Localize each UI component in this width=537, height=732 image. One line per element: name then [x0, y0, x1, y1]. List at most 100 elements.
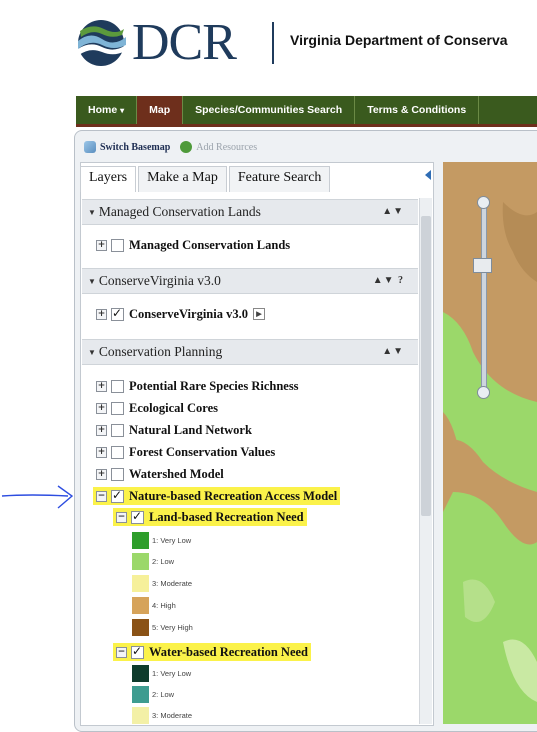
- panel-scrollbar[interactable]: [419, 198, 432, 724]
- legend-swatch: [132, 531, 149, 549]
- layer-label: Nature-based Recreation Access Model: [129, 488, 338, 503]
- layer-row-forest: + Forest Conservation Values: [96, 443, 275, 461]
- zoom-slider-thumb[interactable]: [473, 258, 492, 273]
- legend-label: 2: Low: [152, 689, 175, 699]
- layer-checkbox[interactable]: [111, 401, 124, 415]
- legend-label: 3: Moderate: [152, 710, 193, 720]
- reorder-icon[interactable]: ▲▼: [382, 340, 404, 364]
- annotation-arrow-icon: [1, 485, 74, 509]
- add-resources-button[interactable]: Add Resources: [180, 141, 257, 153]
- layer-row-watershed: + Watershed Model: [96, 465, 224, 483]
- expand-icon[interactable]: +: [96, 380, 107, 392]
- legend-label: 1: Very Low: [152, 535, 192, 545]
- play-icon[interactable]: ▶: [252, 308, 265, 320]
- group-header-planning[interactable]: ▼ Conservation Planning ▲▼: [82, 339, 418, 365]
- layer-row-ecological-cores: + Ecological Cores: [96, 399, 218, 417]
- panel-tabs: Layers Make a Map Feature Search: [80, 166, 332, 192]
- layer-checkbox[interactable]: [111, 488, 124, 503]
- dcr-logo-mark-icon: [78, 20, 126, 66]
- legend-swatch: [132, 706, 149, 724]
- collapse-icon[interactable]: −: [96, 490, 107, 502]
- dcr-logo[interactable]: DCR: [72, 14, 237, 72]
- layer-checkbox[interactable]: [111, 306, 124, 321]
- sublayer-row-water-need: − Water-based Recreation Need: [113, 643, 311, 661]
- layer-label: Ecological Cores: [129, 400, 218, 415]
- legend-label: 5: Very High: [152, 622, 193, 632]
- legend-item: 1: Very Low: [132, 664, 191, 682]
- reorder-icon[interactable]: ▲▼: [382, 200, 404, 224]
- layer-checkbox[interactable]: [131, 644, 144, 659]
- basemap-icon: [84, 141, 96, 153]
- layer-label: Land-based Recreation Need: [149, 509, 304, 524]
- zoom-out-button[interactable]: [477, 386, 490, 399]
- reorder-help-icon[interactable]: ▲▼ ?: [373, 269, 404, 293]
- tab-feature-search[interactable]: Feature Search: [228, 166, 331, 192]
- layer-label: Managed Conservation Lands: [129, 237, 291, 252]
- switch-basemap-label: Switch Basemap: [100, 141, 171, 153]
- layer-row-nature-recreation: − Nature-based Recreation Access Model: [93, 487, 341, 505]
- legend-label: 4: High: [152, 600, 176, 610]
- expand-icon[interactable]: +: [96, 402, 107, 414]
- map-canvas: [443, 162, 537, 724]
- chevron-down-icon: ▾: [120, 106, 125, 115]
- legend-swatch: [132, 685, 149, 703]
- sublayer-row-land-need: − Land-based Recreation Need: [113, 508, 307, 526]
- expand-icon[interactable]: +: [96, 424, 107, 436]
- expand-icon[interactable]: +: [96, 308, 107, 320]
- layer-checkbox[interactable]: [111, 238, 124, 252]
- legend-item: 3: Moderate: [132, 706, 192, 724]
- legend-label: 2: Low: [152, 556, 175, 566]
- layer-label: Natural Land Network: [129, 422, 252, 437]
- layer-row-natural-land: + Natural Land Network: [96, 421, 252, 439]
- scrollbar-thumb[interactable]: [421, 216, 431, 516]
- zoom-in-button[interactable]: [477, 196, 490, 209]
- nav-home-label: Home: [88, 104, 118, 116]
- nav-map[interactable]: Map: [137, 96, 184, 124]
- tab-layers[interactable]: Layers: [80, 166, 137, 192]
- switch-basemap-button[interactable]: Switch Basemap: [84, 141, 170, 153]
- map-viewport[interactable]: [443, 162, 537, 724]
- legend-label: 1: Very Low: [152, 668, 192, 678]
- nav-home[interactable]: Home ▾: [76, 96, 138, 124]
- nav-terms[interactable]: Terms & Conditions: [355, 96, 480, 124]
- layer-checkbox[interactable]: [131, 509, 144, 524]
- legend-swatch: [132, 574, 149, 592]
- legend-item: 2: Low: [132, 552, 174, 570]
- legend-item: 4: High: [132, 596, 176, 614]
- zoom-slider[interactable]: [481, 200, 487, 392]
- legend-swatch: [132, 552, 149, 570]
- layer-label: Watershed Model: [129, 466, 224, 481]
- header-divider: [272, 22, 274, 64]
- main-nav: Home ▾ Map Species/Communities Search Te…: [76, 96, 537, 124]
- tab-make-a-map[interactable]: Make a Map: [138, 166, 227, 192]
- collapse-triangle-icon: ▼: [88, 276, 96, 286]
- layer-label: Water-based Recreation Need: [149, 644, 308, 659]
- group-header-managed[interactable]: ▼ Managed Conservation Lands ▲▼: [82, 199, 418, 225]
- group-title-conservevirginia: ConserveVirginia v3.0: [98, 273, 221, 288]
- nav-species-search[interactable]: Species/Communities Search: [183, 96, 356, 124]
- add-icon: [180, 141, 193, 153]
- layer-label: Forest Conservation Values: [129, 444, 276, 459]
- legend-swatch: [132, 596, 149, 614]
- collapse-icon[interactable]: −: [116, 511, 127, 523]
- agency-name: Virginia Department of Conserva: [290, 32, 508, 48]
- group-title-planning: Conservation Planning: [98, 344, 223, 359]
- layer-row-managed: + Managed Conservation Lands: [96, 236, 290, 254]
- layer-checkbox[interactable]: [111, 445, 124, 459]
- layer-checkbox[interactable]: [111, 379, 124, 393]
- expand-icon[interactable]: +: [96, 446, 107, 458]
- legend-swatch: [132, 618, 149, 636]
- group-header-conservevirginia[interactable]: ▼ ConserveVirginia v3.0 ▲▼ ?: [82, 268, 418, 294]
- collapse-panel-icon[interactable]: [425, 170, 431, 180]
- layer-row-conservevirginia: + ConserveVirginia v3.0 ▶: [96, 305, 265, 323]
- expand-icon[interactable]: +: [96, 239, 107, 251]
- layer-checkbox[interactable]: [111, 423, 124, 437]
- legend-label: 3: Moderate: [152, 578, 193, 588]
- nav-underline: [76, 124, 537, 127]
- layer-checkbox[interactable]: [111, 467, 124, 481]
- expand-icon[interactable]: +: [96, 468, 107, 480]
- layer-label: Potential Rare Species Richness: [129, 378, 299, 393]
- legend-item: 5: Very High: [132, 618, 193, 636]
- collapse-icon[interactable]: −: [116, 646, 127, 658]
- collapse-triangle-icon: ▼: [88, 347, 96, 357]
